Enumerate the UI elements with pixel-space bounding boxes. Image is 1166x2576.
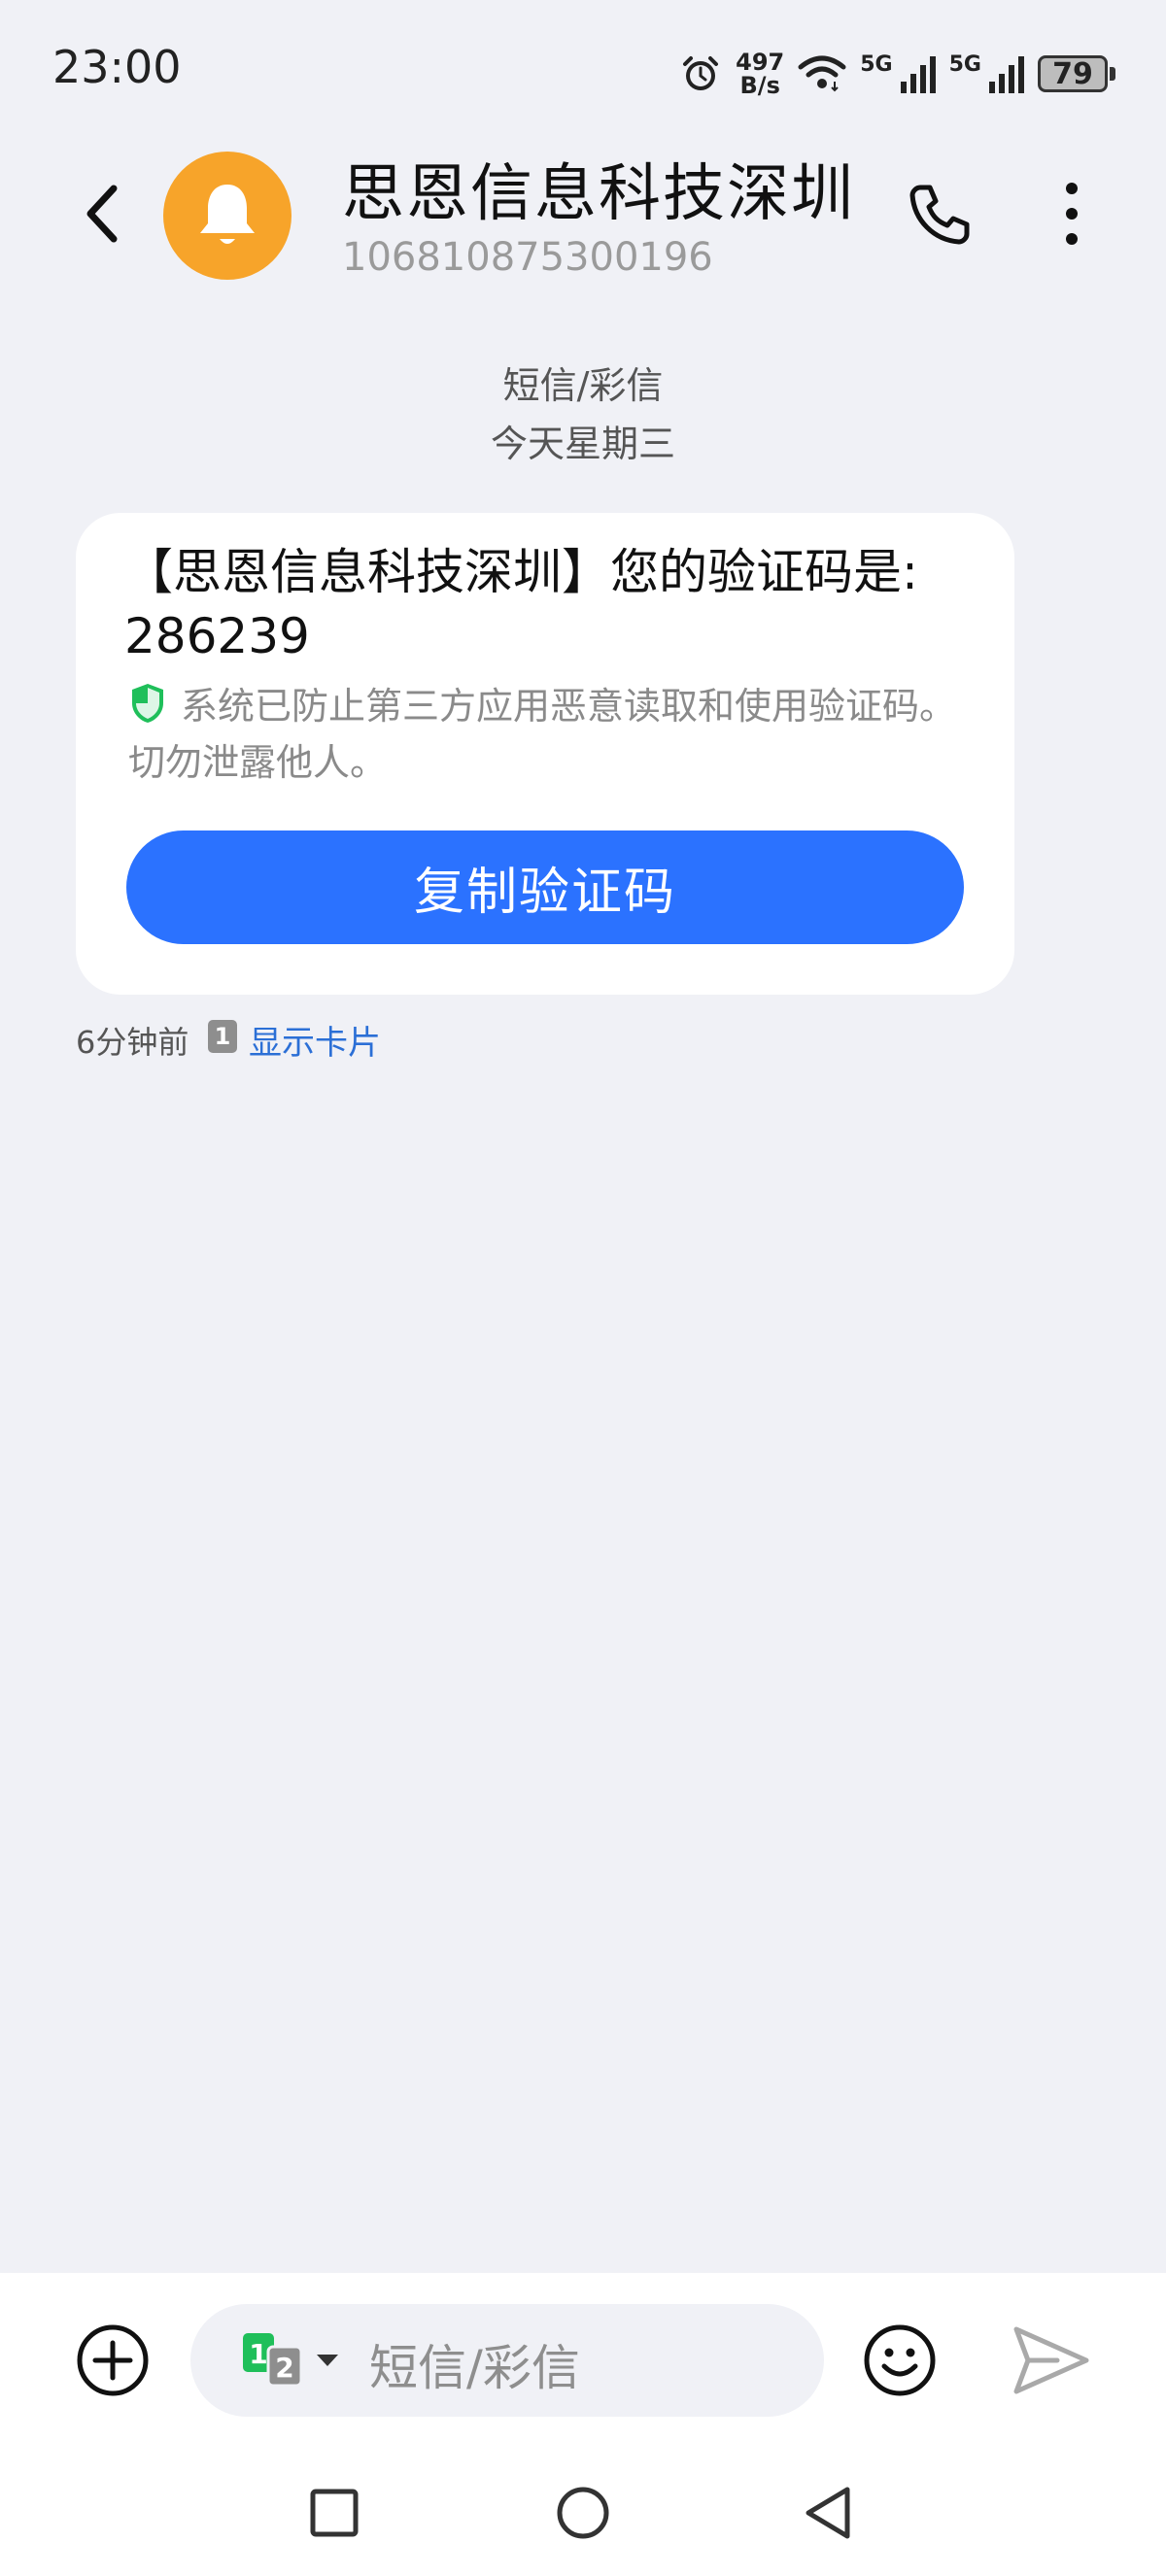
sim-badge: 1 [208,1020,237,1053]
status-icons: 497 B/s 5G 5G 79 [679,45,1115,103]
more-vert-icon [1066,183,1078,245]
compose-input[interactable]: 短信/彩信 [369,2329,580,2399]
signal-icon [900,56,936,93]
phone-icon [909,185,970,245]
sim2-network-type: 5G [948,51,981,77]
back-arrow-icon [86,185,118,243]
sim-secondary-label: 2 [275,2352,293,2384]
status-time: 23:00 [52,41,182,93]
contact-name: 思恩信息科技深圳 [342,158,855,230]
back-button[interactable] [68,175,136,253]
call-button[interactable] [900,175,977,253]
security-notice-cont: 切勿泄露他人。 [128,741,388,784]
send-icon[interactable] [1012,2323,1090,2397]
sim-primary-label: 1 [249,2338,267,2370]
more-options-button[interactable] [1049,175,1094,253]
contact-number: 106810875300196 [342,235,713,280]
sim1-network-type: 5G [860,51,893,77]
signal-icon [989,56,1024,93]
emoji-icon[interactable] [863,2323,937,2397]
add-icon[interactable] [76,2323,150,2397]
network-rate: 497 B/s [736,49,785,99]
avatar[interactable] [163,152,292,280]
nav-home-icon[interactable] [556,2486,610,2540]
alarm-icon [683,56,719,90]
nav-recent-icon[interactable] [309,2488,360,2538]
battery-level: 79 [1038,55,1108,92]
copy-code-button[interactable]: 复制验证码 [126,830,964,944]
sim-switch-icon[interactable]: 1 2 [243,2327,350,2390]
message-text-line1: 【思恩信息科技深圳】您的验证码是: [124,544,918,600]
security-notice: 系统已防止第三方应用恶意读取和使用验证码。 [181,685,957,728]
message-time: 6分钟前 [76,1024,189,1061]
nav-back-icon[interactable] [803,2484,855,2542]
battery-icon: 79 [1038,55,1115,92]
show-card-link[interactable]: 显示卡片 [249,1016,381,1064]
verification-code: 286239 [124,608,310,664]
date-separator: 今天星期三 [490,423,675,465]
shield-icon [132,684,163,723]
message-text[interactable]: 【思恩信息科技深圳】您的验证码是: 286239 [124,540,979,668]
message-type-label: 短信/彩信 [502,364,664,407]
wifi-icon [798,55,846,92]
bell-icon [200,185,255,244]
